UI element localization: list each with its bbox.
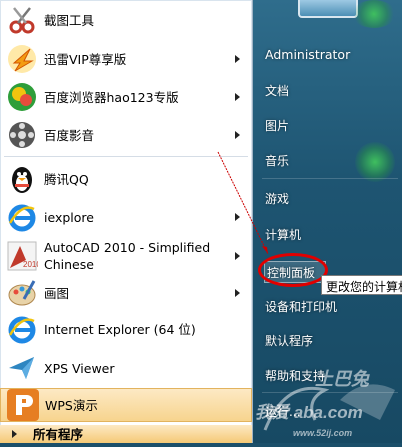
watermark-line2: 我爱 aba.com (255, 403, 363, 422)
watermark-line1: 土巴兔 (315, 369, 370, 389)
highlight-ellipse (258, 253, 328, 287)
watermark-logo: 土巴兔 我爱 aba.com www.52ij.com (255, 369, 395, 438)
tooltip: 更改您的计算机 (321, 275, 402, 295)
watermark-line3: www.52ij.com (293, 428, 352, 438)
watermark: 土巴兔 我爱 aba.com www.52ij.com (245, 360, 402, 443)
